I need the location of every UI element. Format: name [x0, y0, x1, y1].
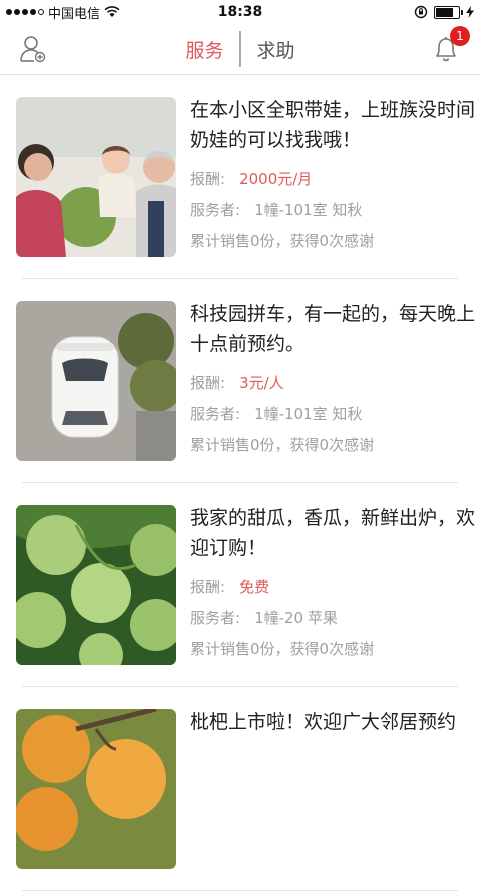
list-item[interactable]: 在本小区全职带娃，上班族没时间奶娃的可以找我哦！ 报酬: 2000元/月 服务者:…: [0, 75, 480, 279]
tab-bar: 服务 求助: [169, 31, 310, 67]
carrier-label: 中国电信: [48, 6, 101, 22]
item-sales: 累计销售0份，获得0次感谢: [190, 640, 375, 658]
signal-icon: [6, 9, 44, 15]
top-navigation: 服务 求助 1: [0, 24, 480, 75]
user-profile-icon[interactable]: [20, 35, 46, 63]
service-list: 在本小区全职带娃，上班族没时间奶娃的可以找我哦！ 报酬: 2000元/月 服务者:…: [0, 75, 480, 891]
provider-label: 服务者:: [190, 609, 241, 627]
item-title: 在本小区全职带娃，上班族没时间奶娃的可以找我哦！: [190, 99, 476, 151]
wifi-icon: [104, 6, 120, 17]
provider-label: 服务者:: [190, 201, 241, 219]
tab-service[interactable]: 服务: [169, 36, 239, 63]
notifications-button[interactable]: 1: [426, 26, 470, 69]
item-image-family: [16, 97, 176, 257]
item-image-loquats: [16, 709, 176, 869]
item-reward: 报酬: 3元/人: [190, 373, 480, 393]
item-reward: 报酬: 2000元/月: [190, 169, 480, 189]
reward-value: 2000元/月: [239, 170, 313, 188]
status-time: 18:38: [217, 4, 263, 20]
item-image-car: [16, 301, 176, 461]
provider-value: 1幢-20 苹果: [254, 609, 338, 627]
battery-icon: [434, 5, 463, 19]
rotation-lock-icon: [414, 5, 428, 19]
item-provider: 服务者: 1幢-20 苹果: [190, 608, 480, 628]
charging-icon: [466, 6, 474, 18]
provider-value: 1幢-101室 知秋: [254, 201, 363, 219]
reward-value: 免费: [239, 578, 270, 596]
status-bar: 中国电信 18:38: [0, 0, 480, 24]
item-image-melons: [16, 505, 176, 665]
reward-label: 报酬:: [190, 170, 226, 188]
item-provider: 服务者: 1幢-101室 知秋: [190, 404, 480, 424]
list-item[interactable]: 我家的甜瓜，香瓜，新鲜出炉，欢迎订购！ 报酬: 免费 服务者: 1幢-20 苹果 累…: [0, 483, 480, 687]
provider-value: 1幢-101室 知秋: [254, 405, 363, 423]
list-item[interactable]: 枇杷上市啦！欢迎广大邻居预约: [0, 687, 480, 891]
item-title: 科技园拼车，有一起的，每天晚上十点前预约。: [190, 303, 476, 355]
item-title: 枇杷上市啦！欢迎广大邻居预约: [190, 711, 457, 733]
reward-value: 3元/人: [239, 374, 284, 392]
reward-label: 报酬:: [190, 374, 226, 392]
provider-label: 服务者:: [190, 405, 241, 423]
item-title: 我家的甜瓜，香瓜，新鲜出炉，欢迎订购！: [190, 507, 476, 559]
item-provider: 服务者: 1幢-101室 知秋: [190, 200, 480, 220]
tab-help-request[interactable]: 求助: [241, 36, 311, 63]
item-sales: 累计销售0份，获得0次感谢: [190, 232, 375, 250]
reward-label: 报酬:: [190, 578, 226, 596]
item-reward: 报酬: 免费: [190, 577, 480, 597]
item-sales: 累计销售0份，获得0次感谢: [190, 436, 375, 454]
list-item[interactable]: 科技园拼车，有一起的，每天晚上十点前预约。 报酬: 3元/人 服务者: 1幢-101…: [0, 279, 480, 483]
notification-badge: 1: [450, 26, 470, 46]
